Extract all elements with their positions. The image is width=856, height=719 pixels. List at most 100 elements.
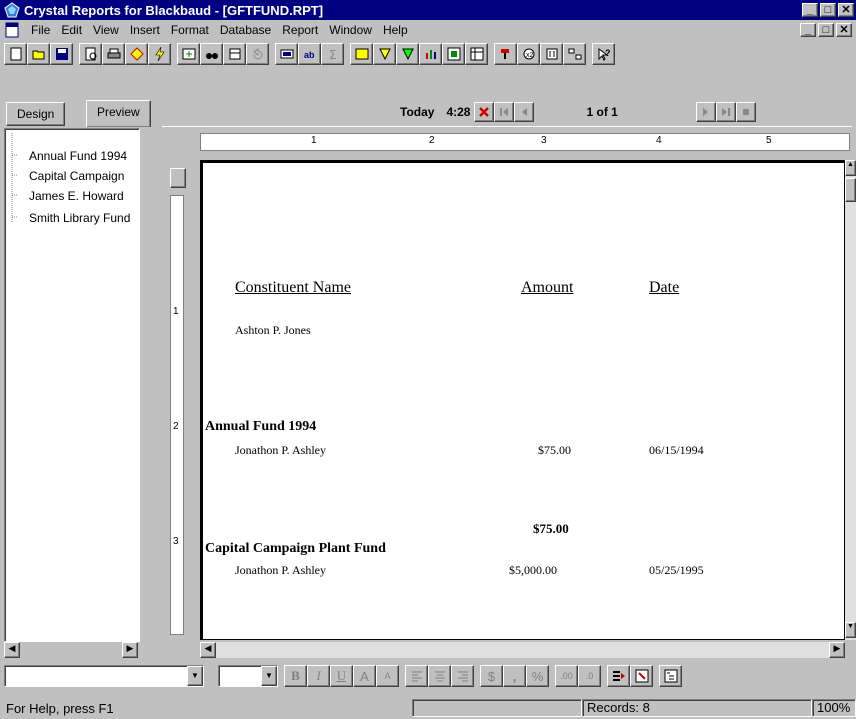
italic-button[interactable]: I [307,665,330,687]
crystal-reports-icon [4,2,20,18]
scroll-left-button[interactable]: ◀ [200,642,216,658]
tree-lines [11,133,17,223]
tab-divider [162,126,852,127]
menu-insert[interactable]: Insert [125,23,166,37]
bold-button[interactable]: B [284,665,307,687]
next-page-icon[interactable] [695,102,716,122]
undo-icon[interactable] [246,43,269,65]
tab-design[interactable]: Design [6,102,66,126]
menu-edit[interactable]: Edit [56,23,88,37]
menu-help[interactable]: Help [378,23,414,37]
print-preview-icon[interactable] [79,43,102,65]
tree-scrollbar-right[interactable]: ▶ [122,642,138,658]
menu-window[interactable]: Window [324,23,378,37]
sort-icon[interactable] [540,43,563,65]
font-name-select[interactable]: ▼ [4,665,204,687]
mdi-restore-button[interactable]: □ [818,23,834,37]
increase-decimals-icon[interactable]: .00 [555,665,578,687]
align-center-icon[interactable] [428,665,451,687]
first-page-icon[interactable] [494,102,515,122]
menu-file[interactable]: File [26,23,56,37]
insert-subreport-icon[interactable] [442,43,465,65]
ruler-corner [170,168,186,188]
tree-item-james-howard[interactable]: James E. Howard [29,189,139,203]
select-groups-icon[interactable] [396,43,419,65]
status-panel-blank [412,699,582,717]
insert-chart-icon[interactable] [419,43,442,65]
chevron-down-icon[interactable]: ▼ [187,666,203,686]
menu-view[interactable]: View [88,23,125,37]
tree-item-annual-fund[interactable]: Annual Fund 1994 [29,149,139,163]
decrease-font-icon[interactable]: A [376,665,399,687]
ruler-mark-2: 2 [429,135,435,146]
export-icon[interactable] [125,43,148,65]
horizontal-scrollbar[interactable]: ◀ ▶ [200,642,845,658]
header-date: Date [649,279,680,296]
vertical-ruler: 1 2 3 [170,195,184,635]
font-size-select[interactable]: ▼ [218,665,278,687]
minimize-button[interactable]: _ [802,3,818,17]
percent-button[interactable]: % [526,665,549,687]
open-icon[interactable] [27,43,50,65]
insert-section-icon[interactable] [607,665,630,687]
document-icon[interactable] [4,22,20,38]
maximize-button[interactable]: □ [820,3,836,17]
underline-button[interactable]: U [330,665,353,687]
menu-report[interactable]: Report [277,23,324,37]
database-icon[interactable] [223,43,246,65]
close-button[interactable]: ✕ [838,3,854,17]
tree-toggle-icon[interactable] [659,665,682,687]
tree-scrollbar-left[interactable]: ◀ [4,642,20,658]
scroll-right-button[interactable]: ▶ [829,642,845,658]
find-binoculars-icon[interactable] [200,43,223,65]
group-title-annual-fund: Annual Fund 1994 [205,419,317,434]
scroll-up-button[interactable]: ▲ [845,160,856,176]
save-icon[interactable] [50,43,73,65]
status-bar: For Help, press F1 Records: 8 100% [0,697,856,719]
increase-font-icon[interactable]: A [353,665,376,687]
ruler-mark-3: 3 [541,135,547,146]
decrease-decimals-icon[interactable]: .0 [578,665,601,687]
menu-bar: File Edit View Insert Format Database Re… [0,20,856,40]
select-records-icon[interactable] [373,43,396,65]
svg-text:Σ: Σ [329,48,337,61]
scroll-down-button[interactable]: ▼ [845,622,856,638]
page-indicator: 1 of 1 [586,105,618,119]
insert-box-icon[interactable] [630,665,653,687]
align-left-icon[interactable] [405,665,428,687]
scroll-thumb[interactable] [845,178,856,202]
align-right-icon[interactable] [451,665,474,687]
mdi-close-button[interactable]: ✕ [836,23,852,37]
tree-item-capital-campaign[interactable]: Capital Campaign [29,169,139,183]
insert-text-icon[interactable]: ab [298,43,321,65]
context-help-icon[interactable]: ? [592,43,615,65]
last-page-icon[interactable] [715,102,736,122]
stop-icon[interactable] [474,102,495,122]
vruler-mark-1: 1 [173,306,179,317]
horizontal-ruler: 1 2 3 4 5 [200,133,850,151]
mdi-minimize-button[interactable]: _ [800,23,816,37]
formula-icon[interactable]: x2 [517,43,540,65]
insert-summary-icon[interactable]: Σ [321,43,344,65]
menu-format[interactable]: Format [166,23,215,37]
previous-page-icon[interactable] [514,102,535,122]
insert-field-icon[interactable] [177,43,200,65]
new-icon[interactable] [4,43,27,65]
refresh-lightning-icon[interactable] [148,43,171,65]
chevron-down-icon[interactable]: ▼ [261,666,277,686]
format-painter-icon[interactable] [494,43,517,65]
section-expert-icon[interactable] [563,43,586,65]
vertical-scrollbar[interactable]: ▲ ▼ [845,160,856,640]
insert-database-field-icon[interactable] [275,43,298,65]
menu-database[interactable]: Database [215,23,277,37]
insert-crosstab-icon[interactable] [465,43,488,65]
currency-button[interactable]: $ [480,665,503,687]
insert-group-icon[interactable] [350,43,373,65]
print-icon[interactable] [102,43,125,65]
comma-button[interactable]: , [503,665,526,687]
tree-item-smith-library[interactable]: Smith Library Fund [29,211,139,225]
tab-preview[interactable]: Preview [86,100,151,127]
stop-loading-icon[interactable] [735,102,756,122]
toolbar: ab Σ x2 ? [0,40,856,68]
record-name: Jonathon P. Ashley [235,443,327,457]
